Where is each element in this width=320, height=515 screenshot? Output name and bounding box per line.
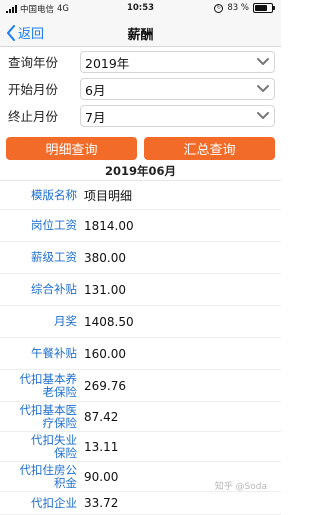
detail-value: 1408.50 [84, 314, 134, 329]
detail-key: 岗位工资 [31, 218, 77, 232]
battery-percent: 83 % [227, 3, 249, 13]
status-right: ↻ 83 % [214, 3, 275, 13]
rotation-lock-icon: ↻ [214, 3, 224, 13]
detail-value: 380.00 [84, 250, 126, 265]
detail-key: 月奖 [54, 314, 77, 328]
battery-icon [253, 3, 275, 13]
detail-key: 综合补贴 [31, 282, 77, 296]
start-month-value: 6月 [85, 82, 106, 98]
detail-query-button[interactable]: 明细查询 [6, 137, 137, 160]
detail-value: 131.00 [84, 282, 126, 297]
detail-key: 代扣基本养 老保险 [19, 371, 78, 399]
detail-row: 月奖 1408.50 [0, 306, 281, 338]
detail-row: 综合补贴 131.00 [0, 274, 281, 306]
detail-key: 代扣基本医 疗保险 [19, 402, 78, 430]
detail-value: 33.72 [84, 496, 119, 510]
detail-key: 代扣失业 保险 [31, 432, 77, 460]
end-month-label: 终止月份 [8, 109, 59, 124]
start-month-select[interactable]: 6月 [80, 78, 275, 100]
detail-key: 午餐补贴 [31, 346, 77, 360]
watermark: 知乎 @Soda [214, 482, 267, 492]
detail-row: 代扣基本医 疗保险 87.42 [0, 402, 281, 432]
detail-value: 13.11 [84, 439, 119, 454]
detail-value: 269.76 [84, 378, 126, 393]
detail-row: 模版名称 项目明细 [0, 181, 281, 210]
nav-bar: 返回 薪酬 [0, 18, 281, 47]
detail-row: 岗位工资 1814.00 [0, 210, 281, 242]
detail-row: 代扣企业 33.72 [0, 492, 281, 515]
salary-detail-list: 模版名称 项目明细岗位工资 1814.00 薪级工资 380.00 综合补贴 131.00 月… [0, 181, 281, 515]
summary-query-button[interactable]: 汇总查询 [144, 137, 275, 160]
detail-value: 90.00 [84, 469, 119, 484]
year-row: 查询年份 2019年 [0, 48, 281, 75]
detail-key: 模版名称 [31, 187, 77, 202]
year-value: 2019年 [85, 55, 130, 71]
detail-value: 项目明细 [84, 188, 133, 203]
period-heading: 2019年06月 [0, 163, 281, 181]
detail-row: 代扣基本养 老保险 269.76 [0, 370, 281, 402]
detail-value: 1814.00 [84, 218, 134, 233]
page-title: 薪酬 [127, 28, 154, 43]
start-month-label: 开始月份 [8, 82, 59, 97]
status-bar: 中国电信 4G 10:53 ↻ 83 % [0, 0, 281, 18]
detail-row: 薪级工资 380.00 [0, 242, 281, 274]
detail-value: 87.42 [84, 409, 119, 424]
year-select[interactable]: 2019年 [80, 51, 275, 73]
year-label: 查询年份 [8, 55, 59, 70]
chevron-down-icon [256, 108, 270, 125]
detail-value: 160.00 [84, 346, 126, 361]
query-form: 查询年份 2019年 开始月份 6月 终止月份 7月 [0, 48, 281, 129]
detail-key: 代扣企业 [31, 495, 77, 510]
start-month-row: 开始月份 6月 [0, 75, 281, 102]
chevron-down-icon [256, 54, 270, 71]
detail-key: 代扣住房公 积金 [19, 462, 78, 490]
query-buttons: 明细查询 汇总查询 [6, 137, 275, 160]
chevron-down-icon [256, 81, 270, 98]
detail-row: 午餐补贴 160.00 [0, 338, 281, 370]
end-month-value: 7月 [85, 109, 106, 125]
end-month-select[interactable]: 7月 [80, 105, 275, 127]
detail-key: 薪级工资 [31, 250, 77, 264]
detail-row: 代扣失业 保险 13.11 [0, 432, 281, 462]
end-month-row: 终止月份 7月 [0, 102, 281, 129]
